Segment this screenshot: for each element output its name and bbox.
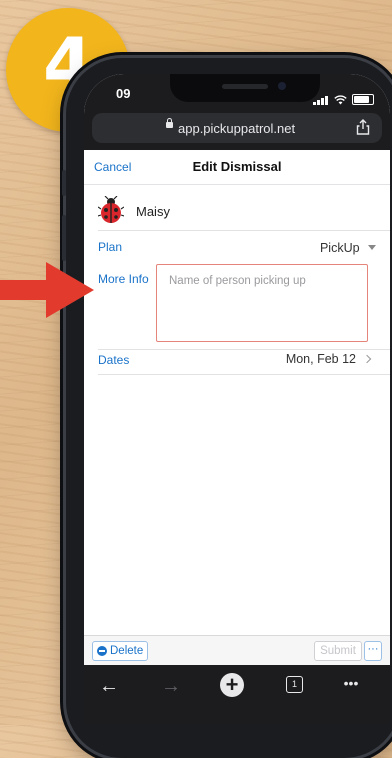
more-menu-icon[interactable]: ••• [336,675,366,691]
speaker-grille [222,84,268,89]
divider [98,230,390,231]
back-arrow-icon[interactable]: ← [94,675,124,698]
minus-circle-icon [97,646,107,656]
browser-url-bar: app.pickuppatrol.net [84,110,390,150]
caret-down-icon [368,245,376,250]
edit-header: Cancel Edit Dismissal [84,150,390,185]
ladybug-icon [98,196,124,223]
form-action-bar: Delete Submit ··· [84,635,390,666]
signal-icon [313,87,329,105]
more-info-textarea[interactable]: Name of person picking up [156,264,368,342]
divider [98,374,390,375]
status-bar: 09 [84,74,390,110]
tabs-icon[interactable]: 1 [286,676,303,693]
camera-notch [170,74,320,102]
student-name: Maisy [136,204,170,219]
system-icons [313,87,374,105]
delete-label: Delete [110,645,144,657]
more-options-button[interactable]: ··· [364,641,382,661]
new-tab-plus-icon[interactable]: + [220,673,244,697]
browser-toolbar: ← → + 1 ••• [84,665,390,724]
more-info-placeholder: Name of person picking up [169,275,306,287]
page-title: Edit Dismissal [192,159,282,174]
delete-button[interactable]: Delete [92,641,148,661]
more-info-label: More Info [98,272,149,286]
student-row: Maisy [84,194,390,230]
plan-label: Plan [98,240,123,254]
forward-arrow-icon[interactable]: → [156,675,186,698]
status-time: 09 [116,86,131,101]
plan-value: PickUp [319,241,360,255]
address-field[interactable]: app.pickuppatrol.net [92,113,382,143]
dates-value: Mon, Feb 12 [285,352,356,366]
battery-icon [352,94,374,105]
plan-select[interactable]: PickUp [320,239,376,257]
lock-icon [166,118,173,128]
phone-side-button [62,170,66,196]
divider [98,349,390,350]
share-icon[interactable] [356,119,370,135]
phone-screen: 09 app.pickuppatrol.net Cancel Edit Dism… [84,74,390,724]
url-text: app.pickuppatrol.net [178,121,296,136]
pointer-arrow-icon [0,262,94,318]
front-camera [278,82,286,90]
chevron-right-icon [362,354,372,364]
dates-label: Dates [98,353,130,367]
submit-button[interactable]: Submit [314,641,362,661]
wifi-icon [334,95,347,105]
